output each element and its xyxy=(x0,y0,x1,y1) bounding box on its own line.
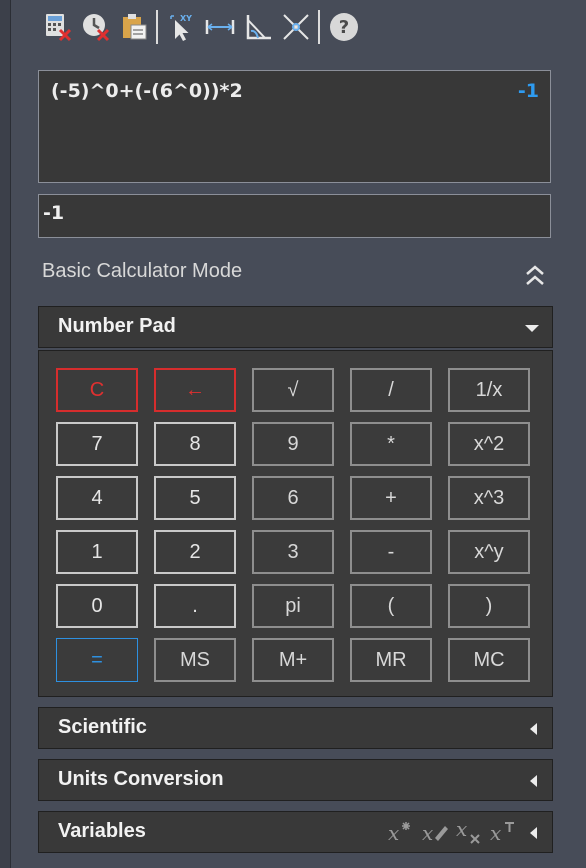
panel-title: Variables xyxy=(58,820,146,842)
intersection-icon[interactable] xyxy=(278,9,314,45)
key-7[interactable]: 7 xyxy=(56,422,138,466)
sqrt-button[interactable]: √ xyxy=(252,368,334,412)
open-paren-button[interactable]: ( xyxy=(350,584,432,628)
equals-button[interactable]: = xyxy=(56,638,138,682)
panel-header-units-conversion[interactable]: Units Conversion xyxy=(38,759,553,801)
left-strip-divider xyxy=(10,0,11,868)
mode-row: Basic Calculator Mode xyxy=(42,260,547,290)
divide-button[interactable]: / xyxy=(350,368,432,412)
panel-header-number-pad[interactable]: Number Pad xyxy=(38,306,553,348)
backspace-button[interactable]: ← xyxy=(154,368,236,412)
memory-store-button[interactable]: MS xyxy=(154,638,236,682)
key-0[interactable]: 0 xyxy=(56,584,138,628)
key-4[interactable]: 4 xyxy=(56,476,138,520)
key-1[interactable]: 1 xyxy=(56,530,138,574)
history-expression[interactable]: (-5)^0+(-(6^0))*2 xyxy=(51,80,243,102)
mode-label: Basic Calculator Mode xyxy=(42,260,243,282)
key-5[interactable]: 5 xyxy=(154,476,236,520)
memory-clear-button[interactable]: MC xyxy=(448,638,530,682)
pick-coordinate-icon[interactable]: XY xyxy=(164,9,200,45)
decimal-button[interactable]: . xyxy=(154,584,236,628)
key-8[interactable]: 8 xyxy=(154,422,236,466)
svg-text:x: x xyxy=(388,821,399,845)
delete-variable-icon[interactable]: x xyxy=(454,817,488,846)
key-3[interactable]: 3 xyxy=(252,530,334,574)
memory-recall-button[interactable]: MR xyxy=(350,638,432,682)
clear-history-icon[interactable] xyxy=(78,9,114,45)
insert-variable-icon[interactable]: x xyxy=(488,818,522,846)
add-button[interactable]: + xyxy=(350,476,432,520)
panel-title: Scientific xyxy=(58,716,147,738)
variable-tools: x x x x xyxy=(386,817,522,846)
key-9[interactable]: 9 xyxy=(252,422,334,466)
expression-input[interactable]: -1 xyxy=(38,194,551,238)
toolbar-separator xyxy=(156,10,158,44)
power-button[interactable]: x^y xyxy=(448,530,530,574)
new-variable-icon[interactable]: x xyxy=(386,818,420,846)
svg-text:XY: XY xyxy=(180,14,192,23)
measure-distance-icon[interactable] xyxy=(202,9,238,45)
cube-button[interactable]: x^3 xyxy=(448,476,530,520)
panel-title: Units Conversion xyxy=(58,768,224,790)
square-button[interactable]: x^2 xyxy=(448,422,530,466)
panel-header-variables[interactable]: Variables x x x x xyxy=(38,811,553,853)
reciprocal-button[interactable]: 1/x xyxy=(448,368,530,412)
paste-icon[interactable] xyxy=(116,9,152,45)
clear-calculator-icon[interactable] xyxy=(40,9,76,45)
measure-angle-icon[interactable] xyxy=(240,9,276,45)
clear-button[interactable]: C xyxy=(56,368,138,412)
expanded-arrow-icon xyxy=(524,320,540,339)
svg-text:?: ? xyxy=(339,17,349,38)
close-paren-button[interactable]: ) xyxy=(448,584,530,628)
history-result[interactable]: -1 xyxy=(518,80,539,102)
key-6[interactable]: 6 xyxy=(252,476,334,520)
edit-variable-icon[interactable]: x xyxy=(420,818,454,846)
collapsed-arrow-icon xyxy=(526,773,540,793)
memory-add-button[interactable]: M+ xyxy=(252,638,334,682)
panel-title: Number Pad xyxy=(58,315,176,337)
collapsed-arrow-icon xyxy=(526,721,540,741)
collapse-chevrons-icon[interactable] xyxy=(523,262,547,290)
collapsed-arrow-icon xyxy=(526,825,540,845)
panel-header-scientific[interactable]: Scientific xyxy=(38,707,553,749)
toolbar: XY ? xyxy=(40,6,364,48)
multiply-button[interactable]: * xyxy=(350,422,432,466)
toolbar-separator xyxy=(318,10,320,44)
svg-text:x: x xyxy=(422,821,433,845)
pi-button[interactable]: pi xyxy=(252,584,334,628)
svg-text:x: x xyxy=(490,821,501,845)
number-pad: C ← √ / 1/x 7 8 9 * x^2 4 5 6 + x^3 1 2 3- x^y 0. pi () = MS M+ M… xyxy=(38,350,553,697)
help-icon[interactable]: ? xyxy=(326,9,362,45)
left-strip xyxy=(0,0,10,868)
svg-text:x: x xyxy=(456,818,467,841)
subtract-button[interactable]: - xyxy=(350,530,432,574)
history-display[interactable]: (-5)^0+(-(6^0))*2 -1 xyxy=(38,70,551,183)
key-2[interactable]: 2 xyxy=(154,530,236,574)
